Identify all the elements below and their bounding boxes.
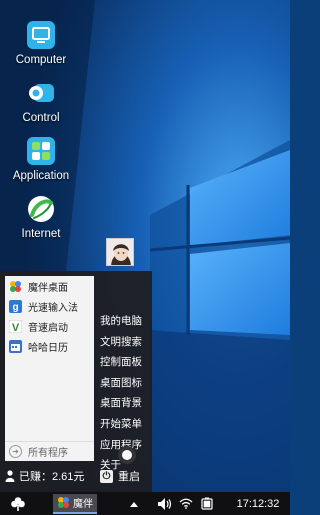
quick-launch-icon: V bbox=[9, 319, 22, 333]
avatar[interactable] bbox=[106, 238, 134, 266]
link-my-computer[interactable]: 我的电脑 bbox=[100, 311, 150, 332]
taskbar-app-label: 魔伴 bbox=[73, 499, 93, 510]
desktop-icon-computer[interactable]: Computer bbox=[0, 20, 82, 66]
taskbar: 魔伴 17:12:32 bbox=[0, 492, 290, 515]
desktop-icon-label: Control bbox=[22, 112, 60, 124]
battery-icon[interactable] bbox=[199, 492, 215, 515]
svg-text:V: V bbox=[12, 322, 20, 333]
chevron-up-icon[interactable] bbox=[127, 492, 141, 515]
link-desktop-icons[interactable]: 桌面图标 bbox=[100, 373, 150, 394]
desktop-icon-label: Application bbox=[12, 170, 70, 182]
taskbar-app-moban[interactable]: 魔伴 bbox=[53, 493, 97, 514]
restart-button[interactable]: ⏻ 重启 bbox=[100, 468, 140, 484]
input-method-icon: g bbox=[9, 299, 22, 313]
wifi-icon[interactable] bbox=[177, 492, 195, 515]
clover-icon bbox=[11, 496, 25, 511]
earnings-label: 已赚：2.61元 bbox=[19, 471, 85, 483]
program-list-panel: 魔伴桌面 g 光速输入法 V 音速启动 哈哈日历 ➜ 所有程序 bbox=[5, 276, 94, 461]
earnings-status: 已赚：2.61元 bbox=[5, 468, 84, 484]
apps-icon bbox=[27, 137, 55, 165]
person-icon bbox=[5, 470, 15, 482]
desktop-icon-label: Internet bbox=[21, 228, 61, 240]
svg-text:g: g bbox=[12, 302, 18, 313]
desktop-icon-application[interactable]: Application bbox=[0, 136, 82, 182]
desktop-icon-internet[interactable]: Internet bbox=[0, 194, 82, 240]
link-control-panel[interactable]: 控制面板 bbox=[100, 352, 150, 373]
program-item-quick-launch[interactable]: V 音速启动 bbox=[5, 316, 94, 336]
program-item-label: 音速启动 bbox=[28, 322, 68, 334]
browser-globe-icon bbox=[28, 196, 54, 222]
program-item-label: 哈哈日历 bbox=[28, 342, 68, 354]
all-programs-button[interactable]: ➜ 所有程序 bbox=[5, 441, 94, 461]
program-item-label: 魔伴桌面 bbox=[28, 282, 68, 294]
start-button[interactable] bbox=[0, 492, 36, 515]
link-search[interactable]: 文明搜索 bbox=[100, 332, 150, 353]
link-desktop-background[interactable]: 桌面背景 bbox=[100, 393, 150, 414]
volume-icon[interactable] bbox=[156, 492, 174, 515]
user-avatar-image bbox=[107, 239, 133, 265]
about-toggle-icon[interactable] bbox=[118, 446, 136, 464]
program-item-mobanzhuomian[interactable]: 魔伴桌面 bbox=[5, 276, 94, 296]
all-programs-label: 所有程序 bbox=[28, 448, 68, 459]
calendar-icon bbox=[9, 339, 22, 353]
program-item-input-method[interactable]: g 光速输入法 bbox=[5, 296, 94, 316]
mobanzhuomian-icon bbox=[10, 280, 21, 292]
restart-label: 重启 bbox=[118, 471, 140, 483]
arrow-right-icon: ➜ bbox=[9, 445, 22, 458]
power-icon: ⏻ bbox=[100, 469, 113, 483]
clock-time: 17:12:32 bbox=[236, 497, 280, 510]
monitor-icon bbox=[27, 21, 55, 49]
control-panel-icon bbox=[29, 84, 54, 102]
clock[interactable]: 17:12:32 bbox=[230, 492, 286, 515]
link-start-menu[interactable]: 开始菜单 bbox=[100, 414, 150, 435]
program-item-calendar[interactable]: 哈哈日历 bbox=[5, 336, 94, 356]
desktop-icon-label: Computer bbox=[15, 54, 67, 66]
desktop-icon-control[interactable]: Control bbox=[0, 78, 82, 124]
program-item-label: 光速输入法 bbox=[28, 302, 78, 314]
mobanzhuomian-icon bbox=[58, 497, 69, 508]
start-menu: 魔伴桌面 g 光速输入法 V 音速启动 哈哈日历 ➜ 所有程序 我的电脑 文明搜… bbox=[0, 238, 152, 492]
